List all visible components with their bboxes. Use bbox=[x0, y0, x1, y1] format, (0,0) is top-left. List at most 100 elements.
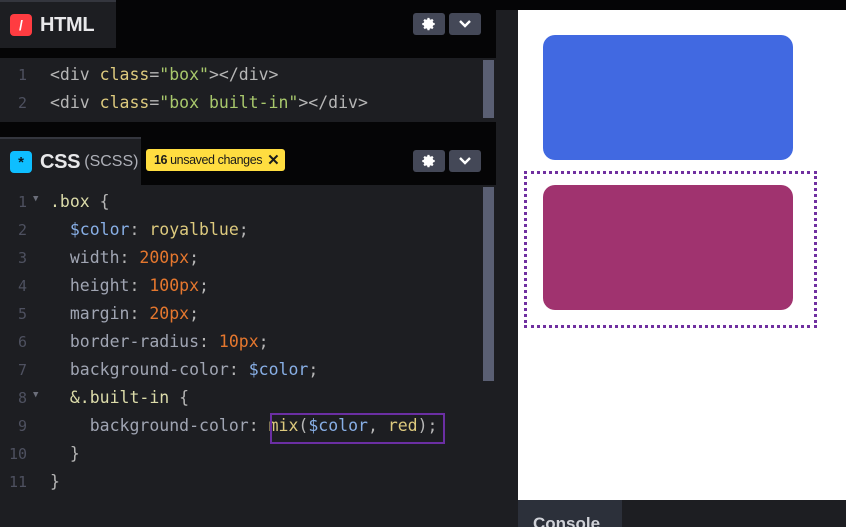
code-token: &.built-in bbox=[69, 388, 180, 407]
line-number: 3 bbox=[17, 249, 27, 267]
code-token: { bbox=[99, 192, 110, 211]
code-token: ; bbox=[199, 276, 209, 295]
code-text: width: 200px; bbox=[50, 248, 199, 267]
css-code-line[interactable]: 4 height: 100px; bbox=[0, 274, 482, 302]
code-token: ; bbox=[308, 360, 319, 379]
code-token: : bbox=[248, 416, 269, 435]
css-scrollbar[interactable] bbox=[483, 187, 494, 381]
code-token: 200px bbox=[139, 248, 190, 267]
line-number: 7 bbox=[17, 361, 27, 379]
unsaved-changes-badge[interactable]: 16 unsaved changes ✕ bbox=[146, 149, 286, 171]
css-tab-title: CSS bbox=[40, 150, 81, 173]
line-number: 5 bbox=[17, 305, 27, 323]
html-code-line[interactable]: 1 <div class="box"></div> bbox=[0, 63, 482, 91]
code-token: height bbox=[69, 276, 130, 295]
css-code-editor[interactable]: 1 ▼ .box {2 $color: royalblue; 3 width: 200… bbox=[0, 185, 496, 527]
css-code-line[interactable]: 8 ▼ &.built-in { bbox=[0, 386, 482, 414]
fold-arrow-icon[interactable]: ▼ bbox=[33, 194, 38, 204]
css-collapse-button[interactable] bbox=[449, 150, 481, 172]
code-token: border-radius bbox=[69, 332, 200, 351]
result-preview bbox=[518, 10, 846, 500]
mix-function-highlight bbox=[270, 413, 445, 444]
line-number: 10 bbox=[8, 445, 27, 463]
code-token: { bbox=[179, 388, 190, 407]
html-code-line[interactable]: 2 <div class="box built-in"></div> bbox=[0, 91, 482, 119]
css-pane-header: * CSS (SCSS) 16 unsaved changes ✕ bbox=[0, 137, 496, 185]
preview-top-edge bbox=[496, 0, 846, 10]
code-token: : bbox=[119, 248, 140, 267]
css-code-line[interactable]: 1 ▼ .box { bbox=[0, 190, 482, 218]
code-token: width bbox=[69, 248, 120, 267]
pane-resizer[interactable] bbox=[496, 0, 518, 527]
code-text: <div class="box built-in"></div> bbox=[50, 93, 368, 112]
css-code-line[interactable]: 10 } bbox=[0, 442, 482, 470]
code-token: } bbox=[50, 472, 60, 491]
code-text: $color: royalblue; bbox=[50, 220, 249, 239]
code-token: : bbox=[228, 360, 249, 379]
code-text: } bbox=[50, 444, 80, 463]
console-bar: Console bbox=[518, 500, 846, 527]
code-token: $color bbox=[248, 360, 309, 379]
line-number: 2 bbox=[17, 221, 27, 239]
close-icon[interactable]: ✕ bbox=[267, 151, 280, 169]
code-token: : bbox=[129, 220, 150, 239]
code-token: background-color bbox=[89, 416, 249, 435]
code-token: margin bbox=[69, 304, 130, 323]
code-token: <div bbox=[50, 93, 100, 112]
code-text: &.built-in { bbox=[50, 388, 189, 407]
unsaved-count: 16 bbox=[154, 153, 168, 167]
code-token: 100px bbox=[149, 276, 200, 295]
css-code-line[interactable]: 6 border-radius: 10px; bbox=[0, 330, 482, 358]
code-token: ; bbox=[238, 220, 249, 239]
gear-icon bbox=[422, 17, 435, 31]
chevron-down-icon bbox=[459, 157, 471, 165]
fold-arrow-icon[interactable]: ▼ bbox=[33, 390, 38, 400]
built-in-box bbox=[543, 185, 793, 310]
html-settings-button[interactable] bbox=[413, 13, 445, 35]
code-token: } bbox=[50, 444, 80, 463]
code-token: : bbox=[199, 332, 219, 351]
code-token: ></div> bbox=[208, 65, 279, 84]
css-code-line[interactable]: 2 $color: royalblue; bbox=[0, 218, 482, 246]
css-tab[interactable]: * CSS (SCSS) bbox=[0, 137, 141, 185]
code-token: 20px bbox=[149, 304, 190, 323]
html-slash-icon: / bbox=[10, 14, 32, 36]
html-tab[interactable]: / HTML bbox=[0, 0, 116, 48]
code-token: ; bbox=[258, 332, 269, 351]
code-text: border-radius: 10px; bbox=[50, 332, 269, 351]
unsaved-text: unsaved changes bbox=[170, 153, 263, 167]
css-code-line[interactable]: 11} bbox=[0, 470, 482, 498]
line-number: 4 bbox=[17, 277, 27, 295]
code-token: ; bbox=[189, 304, 200, 323]
css-settings-button[interactable] bbox=[413, 150, 445, 172]
code-token: "box" bbox=[159, 65, 209, 84]
code-token: = bbox=[149, 93, 160, 112]
line-number: 1 bbox=[17, 66, 27, 84]
code-text: <div class="box"></div> bbox=[50, 65, 279, 84]
line-number: 9 bbox=[17, 417, 27, 435]
code-token: background-color bbox=[69, 360, 229, 379]
code-text: margin: 20px; bbox=[50, 304, 199, 323]
css-asterisk-icon: * bbox=[10, 151, 32, 173]
code-text: height: 100px; bbox=[50, 276, 209, 295]
console-tab[interactable]: Console bbox=[518, 500, 622, 527]
code-token: = bbox=[149, 65, 160, 84]
code-token: 10px bbox=[218, 332, 259, 351]
css-code-line[interactable]: 7 background-color: $color; bbox=[0, 358, 482, 386]
line-number: 8 bbox=[17, 389, 27, 407]
code-token: "box built-in" bbox=[159, 93, 299, 112]
css-code-line[interactable]: 3 width: 200px; bbox=[0, 246, 482, 274]
html-collapse-button[interactable] bbox=[449, 13, 481, 35]
css-code-line[interactable]: 5 margin: 20px; bbox=[0, 302, 482, 330]
html-tab-title: HTML bbox=[40, 13, 95, 36]
html-code-editor[interactable]: 1 <div class="box"></div> 2 <div class="box… bbox=[0, 58, 496, 122]
html-scrollbar[interactable] bbox=[483, 60, 494, 118]
code-token: $color bbox=[69, 220, 130, 239]
code-token: ; bbox=[189, 248, 200, 267]
code-token: class bbox=[99, 93, 150, 112]
